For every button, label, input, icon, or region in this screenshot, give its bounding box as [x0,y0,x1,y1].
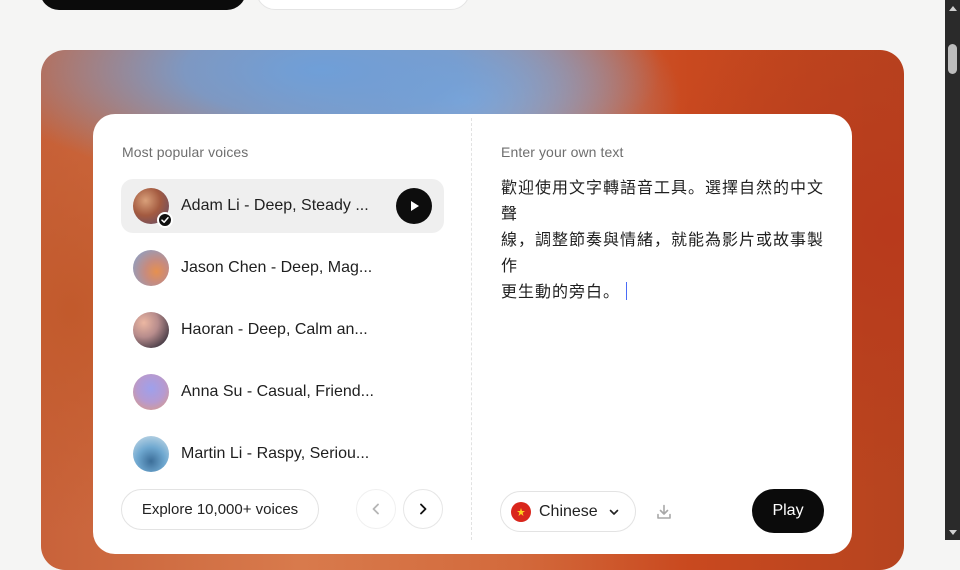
play-button[interactable]: Play [752,489,824,533]
play-icon [411,201,419,211]
text-line-last: 更生動的旁白。 [501,279,831,305]
voice-item-anna-su[interactable]: Anna Su - Casual, Friend... [121,365,444,419]
chevron-right-icon [420,503,427,515]
text-section-label: Enter your own text [501,144,624,160]
scroll-up-arrow-icon[interactable] [945,0,960,15]
voice-avatar [133,188,173,228]
selected-check-icon [157,212,173,228]
voice-avatar [133,250,169,286]
text-line: 線，調整節奏與情緒，就能為影片或故事製作 [501,230,825,275]
prev-voices-button[interactable] [356,489,396,529]
language-select[interactable]: Chinese [500,491,636,532]
voice-item-adam-li[interactable]: Adam Li - Deep, Steady ... [121,179,444,233]
china-flag-icon [511,501,531,522]
explore-voices-button[interactable]: Explore 10,000+ voices [121,489,319,530]
scroll-down-arrow-icon[interactable] [945,525,960,540]
voices-section-label: Most popular voices [122,144,249,160]
voice-name: Adam Li - Deep, Steady ... [181,197,369,214]
text-line: 更生動的旁白。 [501,282,621,301]
top-secondary-button[interactable] [256,0,470,10]
voice-name: Haoran - Deep, Calm an... [181,321,368,338]
download-button[interactable] [645,491,683,532]
voice-item-haoran[interactable]: Haoran - Deep, Calm an... [121,303,444,357]
voice-item-martin-li[interactable]: Martin Li - Raspy, Seriou... [121,427,444,481]
voice-name: Jason Chen - Deep, Mag... [181,259,373,276]
panel-divider [471,118,472,540]
voice-avatar [133,312,169,348]
top-primary-button[interactable] [40,0,246,10]
voice-avatar [133,436,169,472]
voice-name: Anna Su - Casual, Friend... [181,383,374,400]
text-line: 歡迎使用文字轉語音工具。選擇自然的中文聲 [501,178,825,223]
language-label: Chinese [539,502,598,520]
tts-text-input[interactable]: 歡迎使用文字轉語音工具。選擇自然的中文聲 線，調整節奏與情緒，就能為影片或故事製… [501,175,831,305]
scrollbar-thumb[interactable] [948,44,957,74]
next-voices-button[interactable] [403,489,443,529]
chevron-left-icon [372,503,379,515]
voice-name: Martin Li - Raspy, Seriou... [181,445,370,462]
voice-list: Adam Li - Deep, Steady ... Jason Chen - … [121,179,444,489]
voice-avatar [133,374,169,410]
play-voice-sample-button[interactable] [396,188,432,224]
page-scrollbar[interactable] [945,0,960,540]
download-icon [657,504,671,519]
chevron-down-icon [609,509,619,515]
text-caret [626,282,628,300]
voice-item-jason-chen[interactable]: Jason Chen - Deep, Mag... [121,241,444,295]
